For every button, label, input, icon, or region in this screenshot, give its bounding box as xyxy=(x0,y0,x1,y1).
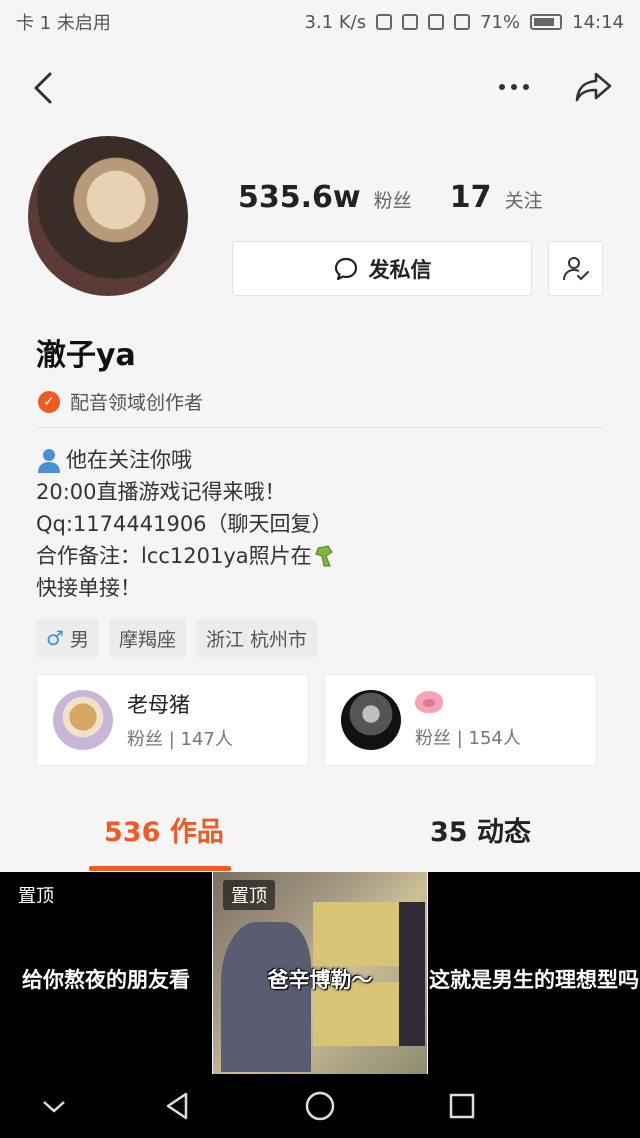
fan-group-name: 老母猪 xyxy=(127,693,190,717)
verified-check-icon: ✓ xyxy=(38,390,60,413)
back-icon[interactable] xyxy=(30,70,60,106)
video-caption: 这就是男生的理想型吗 xyxy=(429,968,639,992)
following-stat[interactable]: 17 关注 xyxy=(450,180,543,215)
following-count: 17 xyxy=(449,180,492,215)
home-circle-icon[interactable] xyxy=(304,1090,336,1122)
more-icon[interactable] xyxy=(494,72,534,102)
fan-group-avatar xyxy=(341,690,401,750)
back-triangle-icon[interactable] xyxy=(162,1090,194,1122)
fan-group-name xyxy=(415,690,521,718)
bio-line: 20:00直播游戏记得来哦！ xyxy=(36,480,286,504)
tab-dynamic[interactable]: 35 动态 xyxy=(430,810,531,849)
divider xyxy=(36,427,604,428)
video-caption: 爸辛博勒～ xyxy=(267,968,373,992)
scarf-emoji-icon xyxy=(315,545,333,567)
user-check-icon xyxy=(562,256,589,280)
fan-group-count: 粉丝 | 154人 xyxy=(415,727,521,749)
verification-row: ✓ 配音领域创作者 xyxy=(38,388,203,415)
pinned-badge: 置顶 xyxy=(10,880,62,910)
bio-line: 合作备注：lcc1201ya照片在 xyxy=(36,540,336,572)
bluetooth-icon xyxy=(376,14,393,30)
network-speed: 3.1 K/s xyxy=(304,11,367,33)
profile-bio: 他在关注你哦 20:00直播游戏记得来哦！ Qq:1174441906（聊天回复… xyxy=(36,444,336,604)
top-navigation xyxy=(0,60,640,116)
zodiac-tag: 摩羯座 xyxy=(108,619,186,657)
send-message-button[interactable]: 发私信 xyxy=(232,241,532,296)
person-icon xyxy=(38,449,60,473)
bio-line: 他在关注你哦 xyxy=(36,444,336,476)
profile-avatar[interactable] xyxy=(28,136,188,296)
nfc-icon xyxy=(402,14,419,30)
status-icons: 3.1 K/s 71% 14:14 xyxy=(305,12,624,33)
active-tab-indicator xyxy=(89,866,231,871)
clock: 14:14 xyxy=(572,11,624,33)
location-tag: 浙江 杭州市 xyxy=(195,619,318,657)
fans-label: 粉丝 xyxy=(373,190,412,212)
send-message-label: 发私信 xyxy=(368,257,432,282)
video-thumbnail[interactable]: 这就是男生的理想型吗 xyxy=(428,872,640,1074)
video-art xyxy=(313,902,399,966)
video-thumbnail[interactable]: 置顶 给你熬夜的朋友看 xyxy=(0,872,212,1074)
bio-line: 快接单接！ xyxy=(36,576,141,600)
fans-count: 535.6w xyxy=(238,180,361,215)
carrier-text: 卡 1 未启用 xyxy=(16,13,111,34)
video-caption: 给你熬夜的朋友看 xyxy=(22,968,190,992)
status-bar: 卡 1 未启用 3.1 K/s 71% 14:14 xyxy=(0,0,640,44)
wifi-icon xyxy=(454,14,471,30)
system-navigation-bar xyxy=(0,1074,640,1138)
male-icon: ♂ xyxy=(46,626,64,650)
fan-group-card[interactable]: 粉丝 | 154人 xyxy=(324,674,597,766)
pig-emoji-icon xyxy=(415,690,443,713)
fan-group-count: 粉丝 | 147人 xyxy=(127,729,233,750)
fan-group-avatar xyxy=(53,690,113,750)
vibrate-icon xyxy=(428,14,445,30)
recents-square-icon[interactable] xyxy=(446,1090,478,1122)
profile-stats: 535.6w 粉丝 17 关注 xyxy=(238,180,543,215)
video-art xyxy=(221,922,311,1072)
battery-icon xyxy=(530,14,563,30)
fan-group-card[interactable]: 老母猪 粉丝 | 147人 xyxy=(36,674,309,766)
chevron-down-icon[interactable] xyxy=(38,1090,70,1122)
following-label: 关注 xyxy=(504,190,543,212)
fans-stat[interactable]: 535.6w 粉丝 xyxy=(238,180,412,215)
verification-text: 配音领域创作者 xyxy=(70,392,204,414)
username: 澈子ya xyxy=(36,338,136,373)
bio-line: Qq:1174441906（聊天回复） xyxy=(36,512,333,536)
video-thumbnail[interactable]: 置顶 爸辛博勒～ xyxy=(213,872,427,1074)
gender-tag: ♂ 男 xyxy=(36,619,99,657)
battery-percent: 71% xyxy=(480,11,521,33)
chat-bubble-icon xyxy=(334,257,357,280)
share-icon[interactable] xyxy=(574,68,614,104)
follow-button[interactable] xyxy=(548,241,603,296)
pinned-badge: 置顶 xyxy=(223,880,275,910)
profile-tags: ♂ 男 摩羯座 浙江 杭州市 xyxy=(36,619,318,657)
tab-works[interactable]: 536 作品 xyxy=(104,810,224,849)
